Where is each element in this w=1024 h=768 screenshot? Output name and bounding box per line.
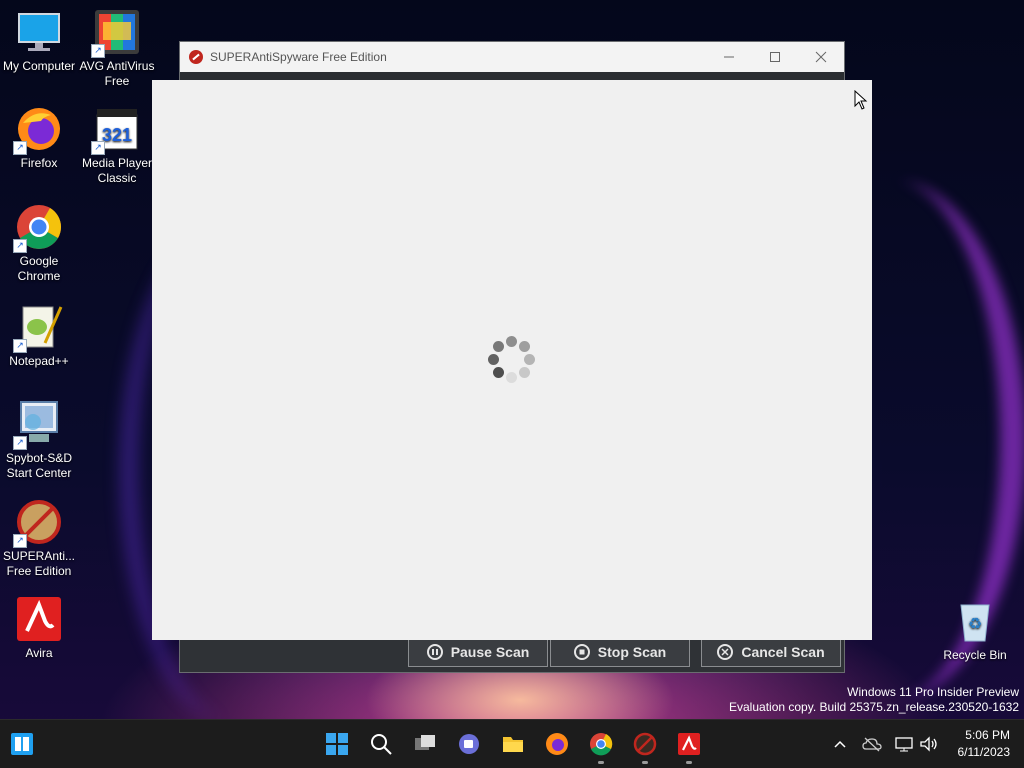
task-view-icon xyxy=(415,735,435,750)
avg-icon: ↗ xyxy=(91,8,141,58)
desktop-icon-avg[interactable]: ↗ AVG AntiVirus Free xyxy=(78,8,156,89)
window-title: SUPERAntiSpyware Free Edition xyxy=(210,50,387,64)
windows-logo-icon xyxy=(326,733,348,755)
maximize-icon xyxy=(770,52,780,62)
start-button[interactable] xyxy=(325,732,349,756)
superantispyware-icon: ↗ xyxy=(13,498,63,548)
file-explorer-button[interactable] xyxy=(501,732,525,756)
taskbar-avira[interactable] xyxy=(677,732,701,756)
maximize-button[interactable] xyxy=(752,42,798,72)
running-indicator xyxy=(686,761,692,764)
avira-icon xyxy=(15,595,63,643)
desktop-icon-notepadpp[interactable]: ↗ Notepad++ xyxy=(0,303,78,369)
network-status[interactable] xyxy=(893,732,915,756)
window-titlebar[interactable]: SUPERAntiSpyware Free Edition xyxy=(180,42,844,72)
shortcut-arrow-icon: ↗ xyxy=(91,44,105,58)
pause-icon xyxy=(426,644,443,660)
desktop-icon-chrome[interactable]: ↗ Google Chrome xyxy=(0,203,78,284)
minimize-button[interactable] xyxy=(706,42,752,72)
minimize-icon xyxy=(724,56,734,58)
desktop-icon-spybot[interactable]: ↗ Spybot-S&D Start Center xyxy=(0,400,78,481)
network-icon xyxy=(895,737,913,752)
desktop-icon-recycle-bin[interactable]: ♻ Recycle Bin xyxy=(936,597,1014,663)
volume-control[interactable] xyxy=(918,732,940,756)
taskbar: 5:06 PM 6/11/2023 xyxy=(0,719,1024,768)
avira-icon xyxy=(678,733,700,755)
svg-text:♻: ♻ xyxy=(968,614,982,633)
shortcut-arrow-icon: ↗ xyxy=(13,339,27,353)
running-indicator xyxy=(598,761,604,764)
cloud-offline-icon xyxy=(862,737,882,752)
taskbar-superantispyware[interactable] xyxy=(633,732,657,756)
chevron-up-icon xyxy=(834,740,846,748)
superantispyware-icon xyxy=(633,732,657,756)
widgets-button[interactable] xyxy=(10,732,34,756)
shortcut-arrow-icon: ↗ xyxy=(91,141,105,155)
desktop-icon-firefox[interactable]: ↗ Firefox xyxy=(0,105,78,171)
desktop-icon-my-computer[interactable]: My Computer xyxy=(0,8,78,74)
folder-icon xyxy=(503,737,523,752)
stop-scan-button[interactable]: Stop Scan xyxy=(550,637,690,667)
superantispyware-app-icon xyxy=(189,50,203,64)
notepadpp-icon: ↗ xyxy=(13,303,63,353)
monitor-icon xyxy=(15,8,63,56)
chrome-icon: ↗ xyxy=(13,203,63,253)
firefox-icon: ↗ xyxy=(13,105,63,155)
desktop-icon-superantispyware[interactable]: ↗ SUPERAnti... Free Edition xyxy=(0,498,78,579)
chrome-icon xyxy=(590,733,613,756)
pause-scan-button[interactable]: Pause Scan xyxy=(408,637,548,667)
desktop-icon-media-player-classic[interactable]: 321 ↗ Media Player Classic xyxy=(78,105,156,186)
svg-text:321: 321 xyxy=(102,125,132,145)
firefox-icon xyxy=(546,733,568,755)
clock-date: 6/11/2023 xyxy=(957,745,1011,759)
show-hidden-icons-button[interactable] xyxy=(830,732,850,756)
mouse-cursor-icon xyxy=(854,90,868,110)
system-clock[interactable]: 5:06 PM 6/11/2023 xyxy=(958,727,1011,761)
shortcut-arrow-icon: ↗ xyxy=(13,239,27,253)
close-button[interactable] xyxy=(798,42,844,72)
spybot-icon: ↗ xyxy=(13,400,63,450)
onedrive-status[interactable] xyxy=(861,732,883,756)
search-button[interactable] xyxy=(369,732,393,756)
shortcut-arrow-icon: ↗ xyxy=(13,141,27,155)
cancel-scan-button[interactable]: Cancel Scan xyxy=(701,637,841,667)
clock-time: 5:06 PM xyxy=(965,728,1010,742)
windows-watermark: Windows 11 Pro Insider Preview Evaluatio… xyxy=(729,685,1019,714)
chat-icon xyxy=(459,734,479,754)
task-view-button[interactable] xyxy=(413,732,437,756)
shortcut-arrow-icon: ↗ xyxy=(13,534,27,548)
shortcut-arrow-icon: ↗ xyxy=(13,436,27,450)
search-icon xyxy=(371,734,392,755)
close-icon xyxy=(815,51,827,63)
widgets-icon xyxy=(11,733,33,755)
speaker-icon xyxy=(920,736,937,752)
taskbar-chrome[interactable] xyxy=(589,732,613,756)
teams-chat-button[interactable] xyxy=(457,732,481,756)
cancel-icon xyxy=(717,644,734,660)
stop-icon xyxy=(573,644,590,660)
desktop-icon-avira[interactable]: Avira xyxy=(0,595,78,661)
mpc-icon: 321 ↗ xyxy=(91,105,141,155)
loading-spinner-icon xyxy=(488,336,536,384)
taskbar-firefox[interactable] xyxy=(545,732,569,756)
recycle-bin-icon: ♻ xyxy=(951,597,999,645)
running-indicator xyxy=(642,761,648,764)
